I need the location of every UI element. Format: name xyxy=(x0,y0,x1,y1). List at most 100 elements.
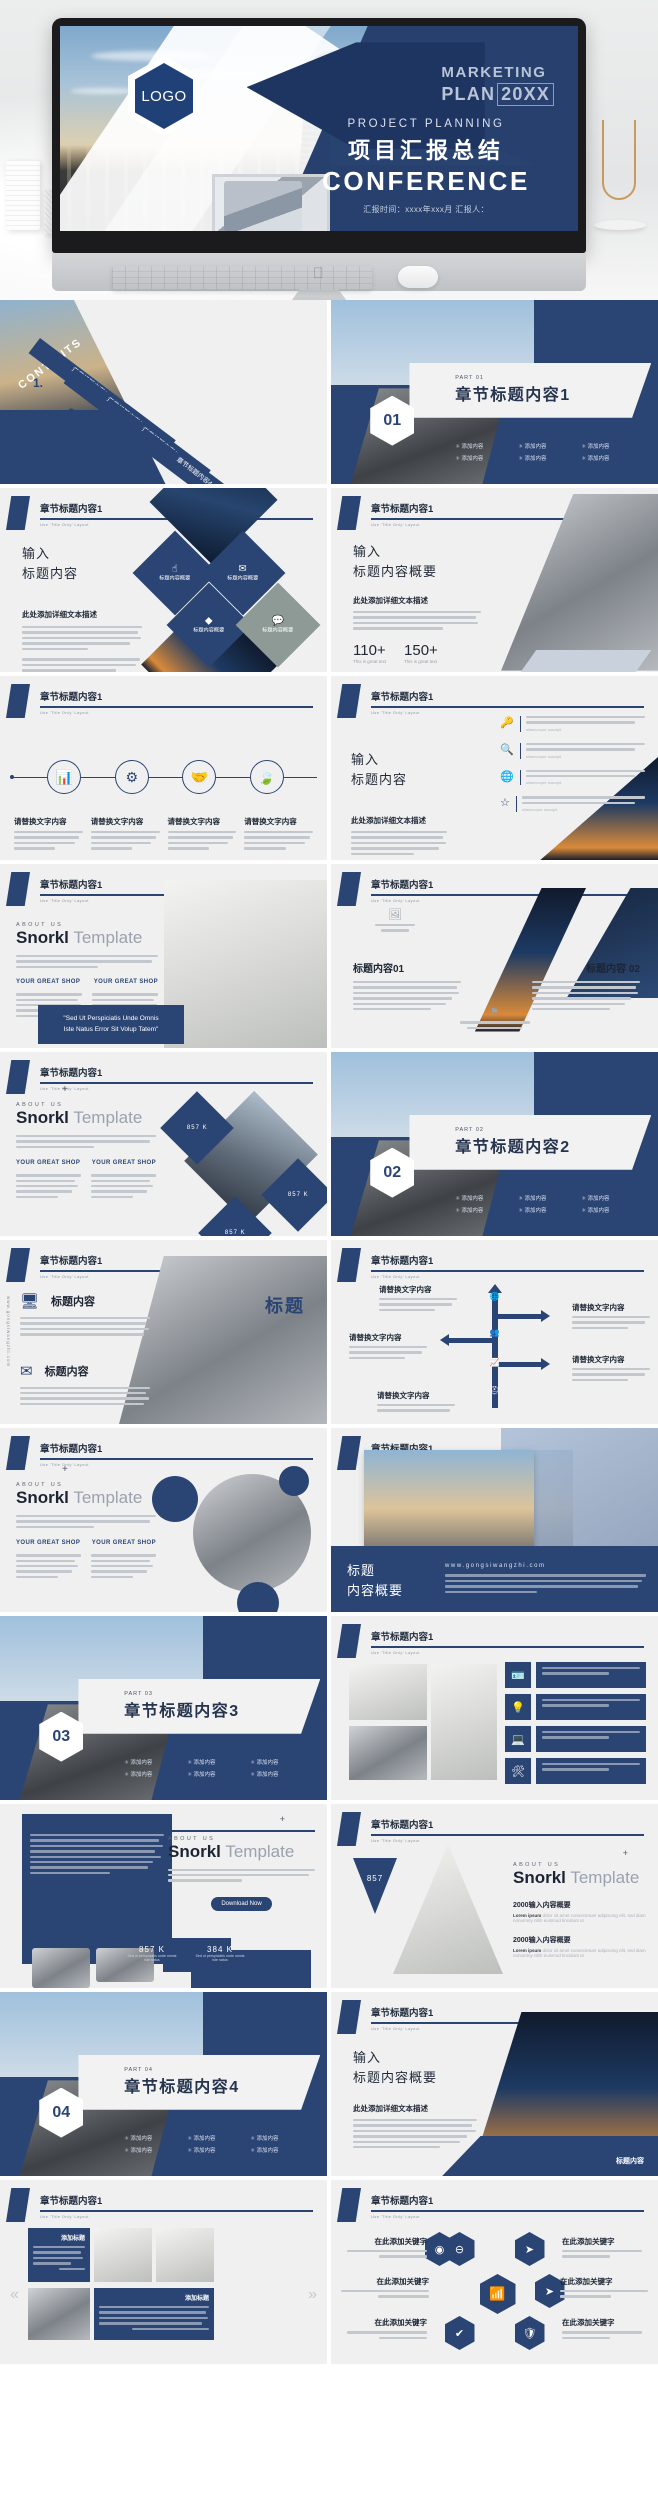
slide-icon-list[interactable]: 章节标题内容1 Use 'Title Only' Layout 输入 标题内容 … xyxy=(331,676,658,860)
slide-two-column[interactable]: 章节标题内容1 Use 'Title Only' Layout 🖼 标题内容01… xyxy=(331,864,658,1048)
shop-link[interactable]: YOUR GREAT SHOP xyxy=(16,1540,80,1546)
part-title: 章节标题内容1 xyxy=(455,387,571,405)
slide-arrow-tree[interactable]: 章节标题内容1 Use 'Title Only' Layout 🌐 👥 📈 ⛑ … xyxy=(331,1240,658,1424)
shop-link[interactable]: YOUR GREAT SHOP xyxy=(94,979,158,985)
presentation-icon[interactable]: 📊 xyxy=(47,760,82,794)
hex-label-6: 在此添加关键字 xyxy=(562,2317,642,2342)
kpi-857-sub: Sed ut perspiciatis unde omnis iste natu… xyxy=(127,1954,177,1962)
hex-shield-icon[interactable]: 🛡 xyxy=(514,2316,545,2350)
hex-arrow-icon[interactable]: ➤ xyxy=(514,2232,545,2266)
bar-row: 🛠 xyxy=(505,1758,646,1784)
bar-text xyxy=(536,1694,646,1720)
marketing-plan-block: MARKETING PLAN 20XX xyxy=(441,64,554,106)
snorkl-title: Snorkl Template xyxy=(16,928,143,947)
shop-link[interactable]: YOUR GREAT SHOP xyxy=(16,1160,80,1166)
slide-gallery[interactable]: 章节标题内容1 Use 'Title Only' Layout « » 添加标题… xyxy=(0,2180,327,2364)
gear-icon[interactable]: ⚙ xyxy=(114,760,149,794)
snorkl-title: Snorkl Template xyxy=(16,1108,143,1127)
handshake-icon[interactable]: 🤝 xyxy=(182,760,217,794)
snorkl-title: Snorkl Template xyxy=(16,1488,143,1507)
detail-desc: 此处添加详细文本描述 xyxy=(353,2104,428,2113)
shop-link[interactable]: YOUR GREAT SHOP xyxy=(92,1160,156,1166)
bar-row: 💡 xyxy=(505,1694,646,1720)
plus-icon: + xyxy=(622,1848,628,1858)
slide-icon-timeline[interactable]: 章节标题内容1 Use 'Title Only' Layout 📊 ⚙ 🤝 🍃 … xyxy=(0,676,327,860)
slide-hexagons[interactable]: 章节标题内容1 Use 'Title Only' Layout ⊖ ➤ ◉ 📶 … xyxy=(331,2180,658,2364)
slide-triangle-857[interactable]: 章节标题内容1 Use 'Title Only' Layout 857 + AB… xyxy=(331,1804,658,1988)
bar-row: 💻 xyxy=(505,1726,646,1752)
monitor-icon: 🖥 xyxy=(20,1293,40,1310)
content-2000-heading: 2000输入内容概要 xyxy=(513,1902,571,1909)
kpi-sub-2: This is great text xyxy=(404,658,438,664)
slide-overview[interactable]: 章节标题内容1 标题内容概要 www.gongsiwangzhi.com xyxy=(331,1428,658,1612)
bar-text xyxy=(536,1662,646,1688)
slide-part-02[interactable]: PART 02 章节标题内容2 02 添加内容添加内容添加内容 添加内容添加内容… xyxy=(331,1052,658,1236)
overview-title: 标题 内容概要 xyxy=(347,1563,404,1598)
lorem-line: Lorem ipsum dolor sit amet consectetuer … xyxy=(513,1948,646,1958)
slide-thumbnail-grid: CONTENTS 1. 章节标题内容1 2. 章节标题内容2 3. 章节标题内容… xyxy=(0,300,658,2364)
slide-preview-screen: LOGO MARKETING PLAN 20XX PROJECT PLANNIN… xyxy=(60,26,578,231)
title-overview-label: 标题内容概要 xyxy=(353,563,438,579)
kpi-384-sub: Sed ut perspiciatis unde omnis iste natu… xyxy=(195,1954,245,1962)
slide-header: 章节标题内容1 Use 'Title Only' Layout xyxy=(337,684,644,718)
hex-label-3: 在此添加关键字 xyxy=(341,2276,429,2301)
slide-row: 章节标题内容1 Use 'Title Only' Layout « » 添加标题… xyxy=(0,2180,658,2364)
hex-dot-icon[interactable]: ◉ xyxy=(424,2232,455,2266)
slide-row: 章节标题内容1 Use 'Title Only' Layout + ABOUT … xyxy=(0,1428,658,1612)
quote-box: "Sed Ut Perspiciatis Unde Omnis Iste Nat… xyxy=(38,1004,184,1044)
slide-about-quote[interactable]: 章节标题内容1 Use 'Title Only' Layout ABOUT US… xyxy=(0,864,327,1048)
header-tab-icon xyxy=(6,1248,30,1282)
shop-link[interactable]: YOUR GREAT SHOP xyxy=(92,1540,156,1546)
header-tab-icon xyxy=(337,1248,361,1282)
slide-kpi[interactable]: 章节标题内容1 Use 'Title Only' Layout 输入 标题内容概… xyxy=(331,488,658,672)
slide-photo-bars[interactable]: 章节标题内容1 Use 'Title Only' Layout 🪪 💡 💻 🛠 xyxy=(331,1616,658,1800)
plan-year: 20XX xyxy=(497,83,554,106)
slide-title-icons[interactable]: 章节标题内容1 Use 'Title Only' Layout 标题 www.g… xyxy=(0,1240,327,1424)
download-button[interactable]: Download Now xyxy=(211,1896,272,1911)
timeline-item: 请替换文字内容 xyxy=(90,816,160,853)
header-tab-icon xyxy=(337,1812,361,1846)
slide-row: CONTENTS 1. 章节标题内容1 2. 章节标题内容2 3. 章节标题内容… xyxy=(0,300,658,484)
row1-title: 标题内容 xyxy=(51,1296,96,1308)
slide-header: 章节标题内容1 Use 'Title Only' Layout xyxy=(337,1248,644,1282)
hex-check-icon[interactable]: ✔ xyxy=(444,2316,475,2350)
contents-num-4: 4. xyxy=(138,466,149,480)
plan-line: PLAN xyxy=(441,84,496,104)
slide-download[interactable]: + ABOUT US Snorkl Template Download Now … xyxy=(0,1804,327,1988)
hero-meta: 汇报时间：xxxx年xxx月 汇报人： xyxy=(363,205,489,214)
slide-diamond-matrix[interactable]: 章节标题内容1 Use 'Title Only' Layout 输入 标题内容 … xyxy=(0,488,327,672)
header-tab-icon xyxy=(6,2188,30,2222)
tree-label-left: 请替换文字内容 xyxy=(349,1332,427,1362)
slide-night-photo[interactable]: 章节标题内容1 Use 'Title Only' Layout 标题内容 输入 … xyxy=(331,1992,658,2176)
hex-label-5: 在此添加关键字 xyxy=(347,2317,427,2342)
part-bullets: 添加内容添加内容添加内容 添加内容添加内容添加内容 xyxy=(455,1194,638,1214)
slide-about-diamonds[interactable]: 章节标题内容1 Use 'Title Only' Layout + ABOUT … xyxy=(0,1052,327,1236)
bar-text xyxy=(536,1758,646,1784)
snorkl-title: Snorkl Template xyxy=(513,1868,640,1887)
slide-contents[interactable]: CONTENTS 1. 章节标题内容1 2. 章节标题内容2 3. 章节标题内容… xyxy=(0,300,327,484)
tree-label-top: 请替换文字内容 xyxy=(379,1284,457,1314)
slide-row: 章节标题内容1 Use 'Title Only' Layout + ABOUT … xyxy=(0,1052,658,1236)
mail-icon: ✉ xyxy=(20,1362,33,1380)
slide-part-04[interactable]: PART 04 章节标题内容4 04 添加内容添加内容添加内容 添加内容添加内容… xyxy=(0,1992,327,2176)
slide-part-01[interactable]: PART 01 章节标题内容1 01 添加内容添加内容添加内容 添加内容添加内容… xyxy=(331,300,658,484)
slide-header: 章节标题内容1 Use 'Title Only' Layout xyxy=(337,2188,644,2222)
triangle-kpi: 857 xyxy=(353,1858,397,1914)
tree-label-r1: 请替换文字内容 xyxy=(572,1302,650,1332)
plus-icon: + xyxy=(62,1084,68,1095)
slide-row: 章节标题内容1 Use 'Title Only' Layout ABOUT US… xyxy=(0,864,658,1048)
leaf-icon[interactable]: 🍃 xyxy=(249,760,284,794)
part-bullets: 添加内容添加内容添加内容 添加内容添加内容添加内容 xyxy=(124,2134,307,2154)
logo-text: LOGO xyxy=(135,63,193,129)
photo-caption: 标题内容 xyxy=(616,2158,644,2165)
header-tab-icon xyxy=(337,1436,361,1470)
slide-about-circles[interactable]: 章节标题内容1 Use 'Title Only' Layout + ABOUT … xyxy=(0,1428,327,1612)
shop-link[interactable]: YOUR GREAT SHOP xyxy=(16,979,80,985)
next-arrow-icon[interactable]: » xyxy=(308,2286,317,2304)
search-icon: 🔍 xyxy=(500,743,514,756)
prev-arrow-icon[interactable]: « xyxy=(10,2286,19,2304)
imac-mockup: LOGO MARKETING PLAN 20XX PROJECT PLANNIN… xyxy=(52,18,586,300)
slide-part-03[interactable]: PART 03 章节标题内容3 03 添加内容添加内容添加内容 添加内容添加内容… xyxy=(0,1616,327,1800)
hex-wifi-icon[interactable]: 📶 xyxy=(479,2274,516,2314)
flag-icon: ⚑ xyxy=(490,1007,499,1019)
